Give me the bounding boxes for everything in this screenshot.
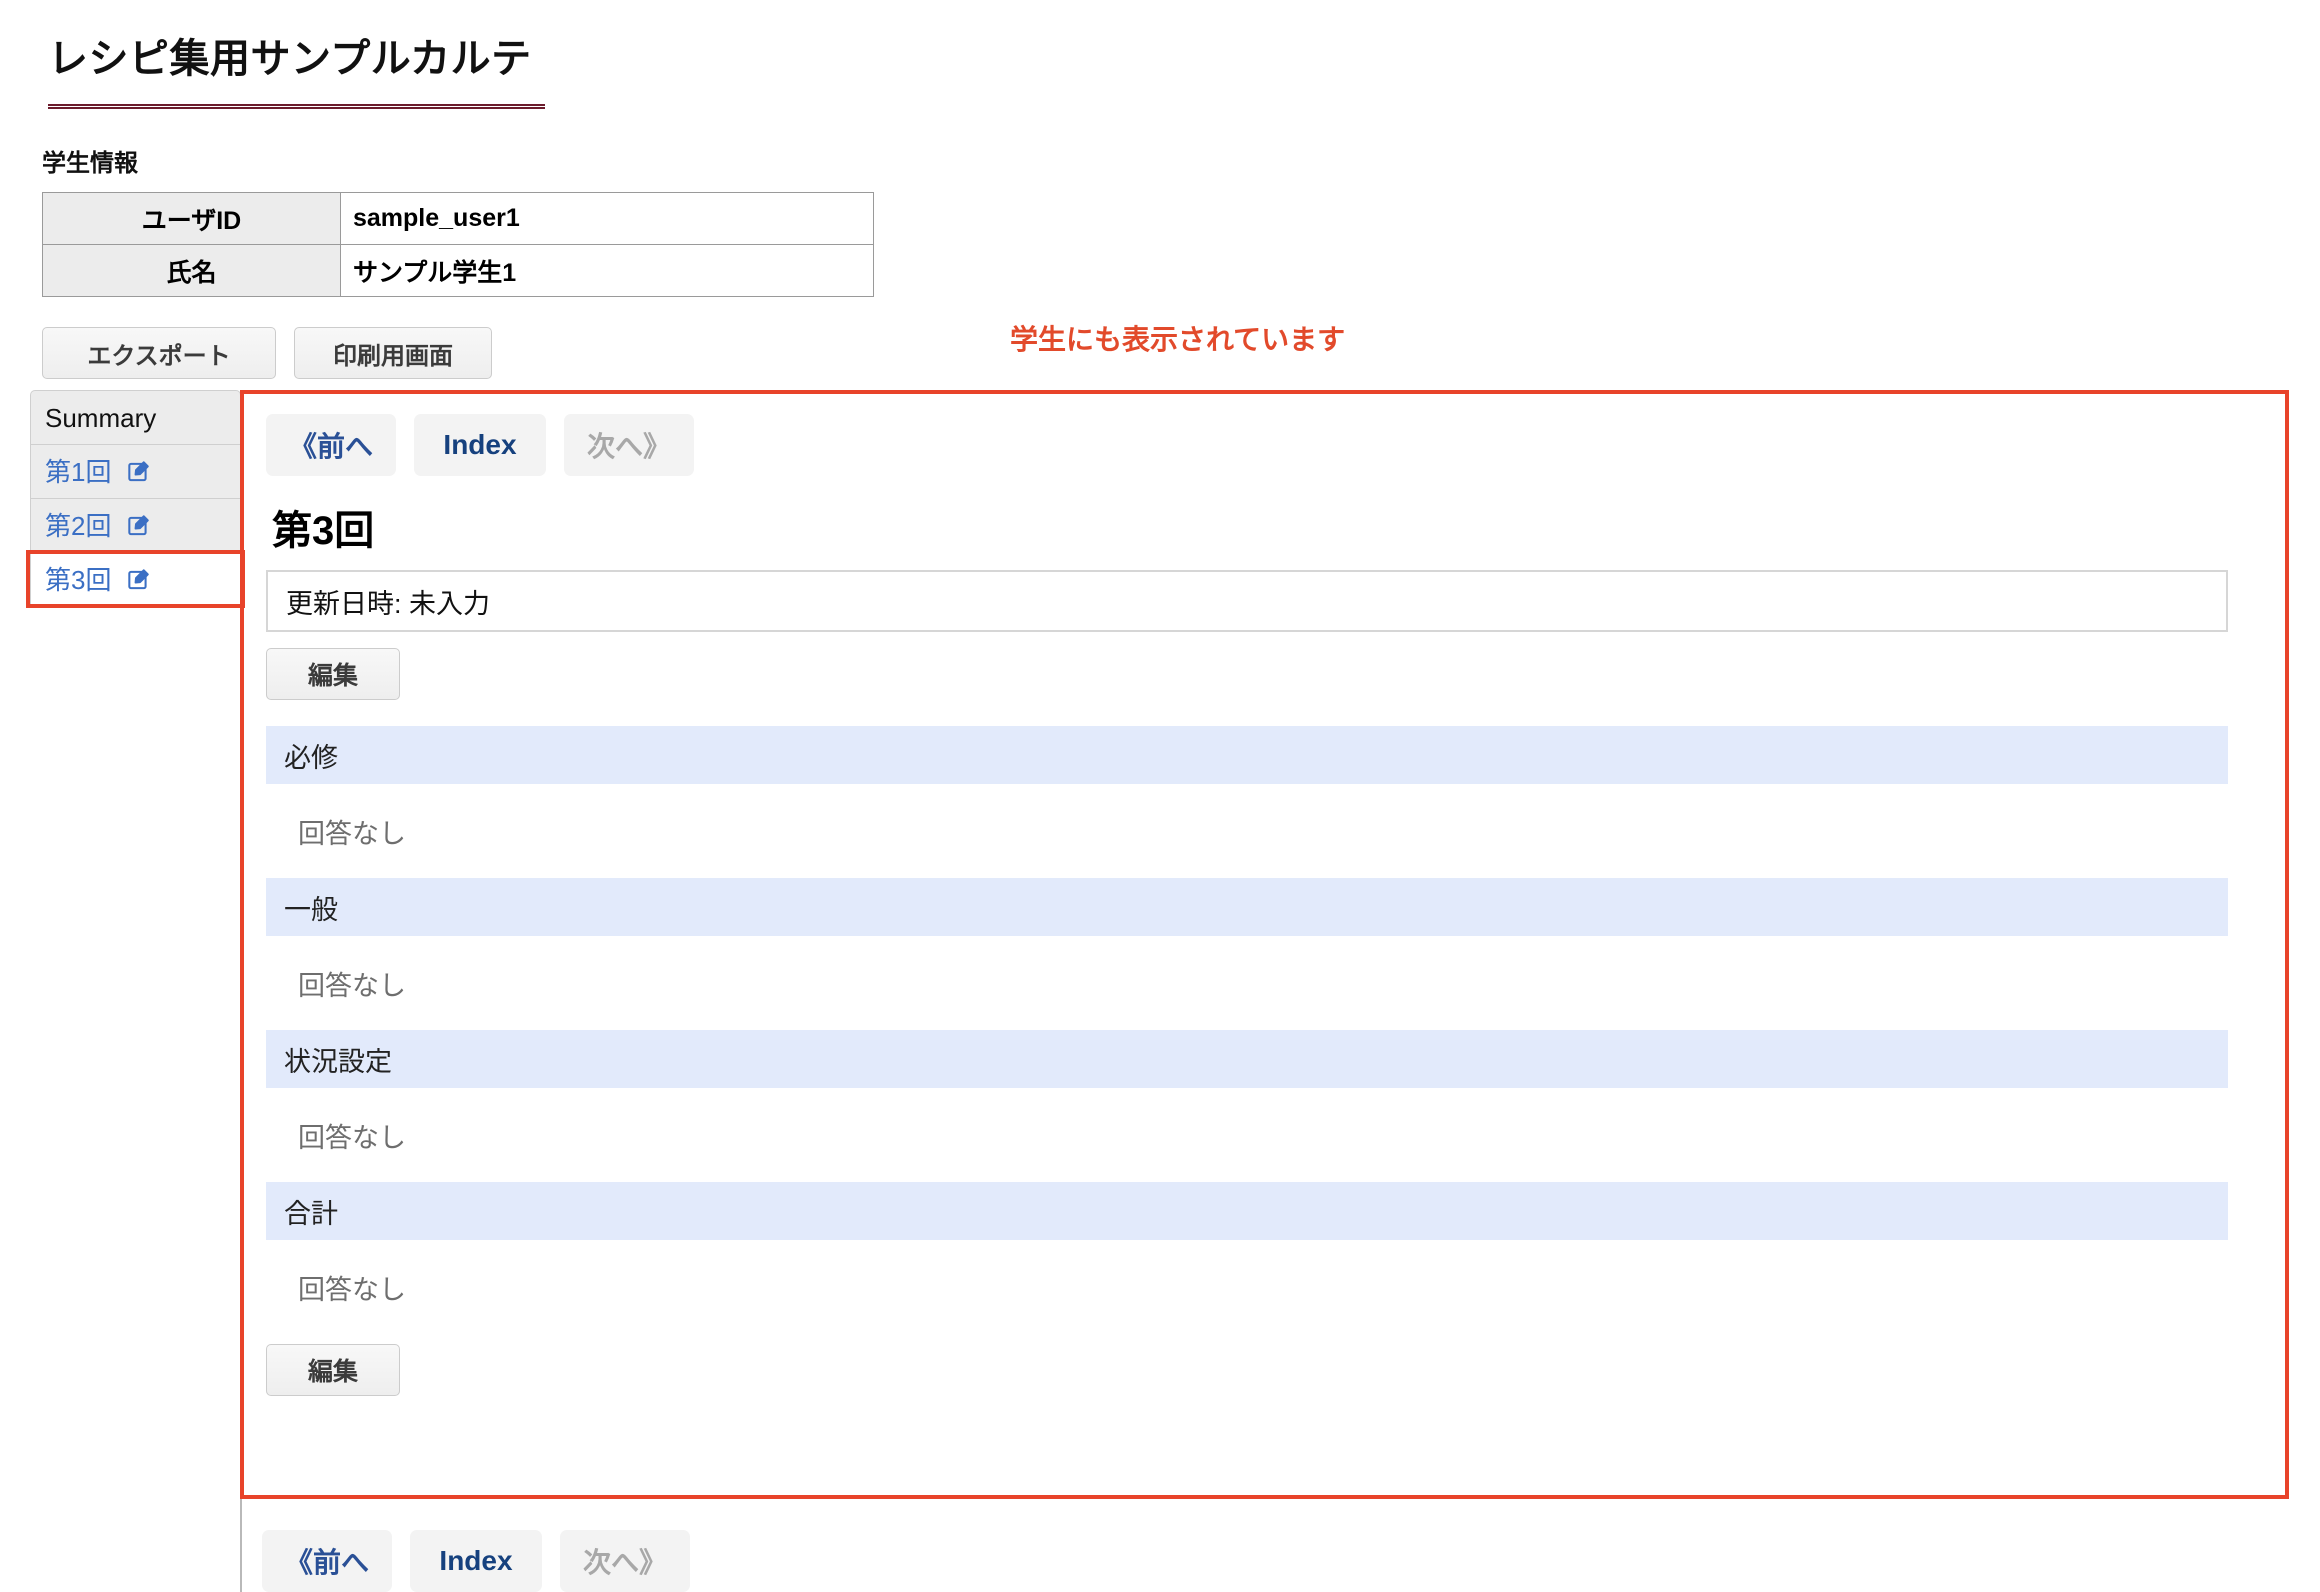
sidebar-item-label: Summary: [45, 403, 157, 433]
previous-button-bottom[interactable]: 《前へ: [262, 1530, 392, 1592]
score-sections: 必修 回答なし 一般 回答なし 状況設定 回答なし 合計 回答なし: [266, 726, 2263, 1334]
student-info-key-userid: ユーザID: [42, 192, 341, 245]
sidebar-item-round-2[interactable]: 第2回: [30, 498, 241, 552]
index-button-bottom[interactable]: Index: [410, 1530, 542, 1592]
sidebar-item-label: 第1回: [45, 457, 112, 487]
section-body-required: 回答なし: [298, 818, 406, 849]
sidebar-item-label: 第3回: [45, 565, 112, 595]
section-body-situational: 回答なし: [298, 1122, 406, 1153]
section-header-total: 合計: [266, 1182, 2228, 1240]
annotation-visible-to-students: 学生にも表示されています: [1010, 324, 1346, 355]
table-row: 氏名 サンプル学生1: [42, 244, 874, 297]
index-button[interactable]: Index: [414, 414, 546, 476]
previous-button[interactable]: 《前へ: [266, 414, 396, 476]
section-header-required: 必修: [266, 726, 2228, 784]
main-content-panel: 《前へ Index 次へ》 第3回 更新日時: 未入力 編集 必修 回答なし 一…: [240, 390, 2289, 1499]
sidebar-item-round-1[interactable]: 第1回: [30, 444, 241, 498]
section-body-general: 回答なし: [298, 970, 406, 1001]
print-view-button[interactable]: 印刷用画面: [294, 327, 492, 379]
section-header-general: 一般: [266, 878, 2228, 936]
edit-icon: [125, 449, 151, 503]
sidebar-item-round-3[interactable]: 第3回: [30, 552, 241, 606]
section-header-situational: 状況設定: [266, 1030, 2228, 1088]
next-button[interactable]: 次へ》: [564, 414, 694, 476]
page-title: レシピ集用サンプルカルテ: [48, 37, 532, 81]
body-wrapper: Summary 第1回 第2回 第3回 《前へ Index 次へ》 第3回 更新…: [0, 390, 2320, 1592]
sidebar: Summary 第1回 第2回 第3回: [30, 390, 241, 606]
bottom-navigation-row: 《前へ Index 次へ》: [262, 1530, 690, 1592]
table-row: ユーザID sample_user1: [42, 192, 874, 245]
sidebar-item-label: 第2回: [45, 511, 112, 541]
student-info-label: 学生情報: [42, 150, 138, 177]
edit-button-bottom[interactable]: 編集: [266, 1344, 400, 1396]
updated-datetime-field: 更新日時: 未入力: [266, 570, 2228, 632]
top-navigation-row: 《前へ Index 次へ》: [266, 414, 2263, 476]
edit-icon: [125, 557, 151, 611]
student-info-value-name: サンプル学生1: [340, 244, 874, 297]
student-info-value-userid: sample_user1: [340, 192, 874, 245]
sidebar-item-summary[interactable]: Summary: [30, 390, 241, 444]
round-title: 第3回: [272, 509, 375, 553]
student-info-table: ユーザID sample_user1 氏名 サンプル学生1: [42, 192, 874, 297]
export-button[interactable]: エクスポート: [42, 327, 276, 379]
edit-button-top[interactable]: 編集: [266, 648, 400, 700]
next-button-bottom[interactable]: 次へ》: [560, 1530, 690, 1592]
title-underline-rule: [48, 104, 545, 109]
edit-icon: [125, 503, 151, 557]
student-info-key-name: 氏名: [42, 244, 341, 297]
updated-datetime-text: 更新日時: 未入力: [286, 588, 491, 619]
section-body-total: 回答なし: [298, 1274, 406, 1305]
